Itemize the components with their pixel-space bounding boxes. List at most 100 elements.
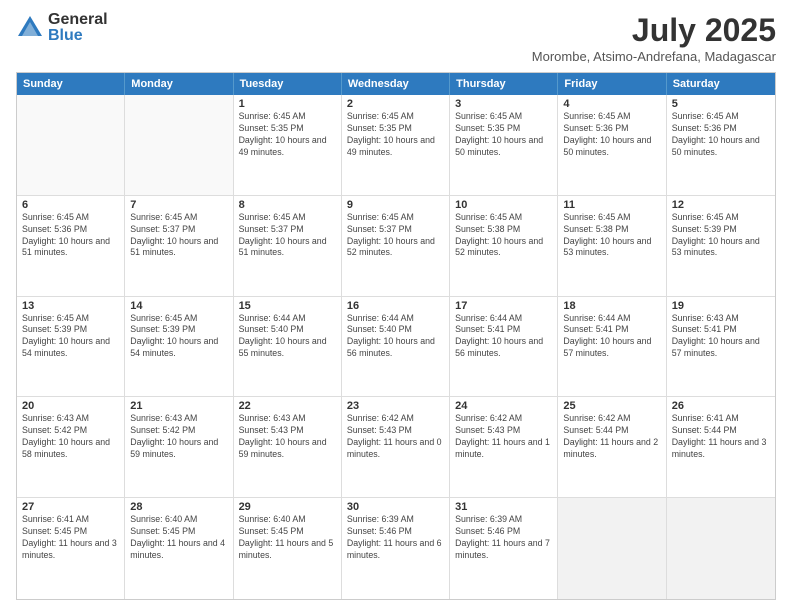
calendar-cell: 23Sunrise: 6:42 AM Sunset: 5:43 PM Dayli… (342, 397, 450, 497)
day-info: Sunrise: 6:45 AM Sunset: 5:36 PM Dayligh… (22, 212, 119, 260)
day-number: 25 (563, 400, 660, 412)
calendar-cell: 7Sunrise: 6:45 AM Sunset: 5:37 PM Daylig… (125, 196, 233, 296)
day-number: 1 (239, 98, 336, 110)
calendar: SundayMondayTuesdayWednesdayThursdayFrid… (16, 72, 776, 600)
subtitle: Morombe, Atsimo-Andrefana, Madagascar (532, 49, 776, 64)
calendar-row: 6Sunrise: 6:45 AM Sunset: 5:36 PM Daylig… (17, 196, 775, 297)
day-number: 10 (455, 199, 552, 211)
day-number: 27 (22, 501, 119, 513)
calendar-cell: 1Sunrise: 6:45 AM Sunset: 5:35 PM Daylig… (234, 95, 342, 195)
day-info: Sunrise: 6:45 AM Sunset: 5:39 PM Dayligh… (22, 313, 119, 361)
day-info: Sunrise: 6:45 AM Sunset: 5:38 PM Dayligh… (563, 212, 660, 260)
calendar-cell: 29Sunrise: 6:40 AM Sunset: 5:45 PM Dayli… (234, 498, 342, 599)
day-info: Sunrise: 6:40 AM Sunset: 5:45 PM Dayligh… (130, 514, 227, 562)
day-info: Sunrise: 6:40 AM Sunset: 5:45 PM Dayligh… (239, 514, 336, 562)
day-number: 8 (239, 199, 336, 211)
calendar-cell: 26Sunrise: 6:41 AM Sunset: 5:44 PM Dayli… (667, 397, 775, 497)
day-number: 14 (130, 300, 227, 312)
calendar-cell: 13Sunrise: 6:45 AM Sunset: 5:39 PM Dayli… (17, 297, 125, 397)
day-info: Sunrise: 6:45 AM Sunset: 5:39 PM Dayligh… (130, 313, 227, 361)
day-info: Sunrise: 6:45 AM Sunset: 5:36 PM Dayligh… (563, 111, 660, 159)
calendar-cell: 16Sunrise: 6:44 AM Sunset: 5:40 PM Dayli… (342, 297, 450, 397)
day-info: Sunrise: 6:41 AM Sunset: 5:44 PM Dayligh… (672, 413, 770, 461)
day-info: Sunrise: 6:45 AM Sunset: 5:36 PM Dayligh… (672, 111, 770, 159)
calendar-cell: 6Sunrise: 6:45 AM Sunset: 5:36 PM Daylig… (17, 196, 125, 296)
calendar-cell: 9Sunrise: 6:45 AM Sunset: 5:37 PM Daylig… (342, 196, 450, 296)
day-number: 5 (672, 98, 770, 110)
calendar-cell: 19Sunrise: 6:43 AM Sunset: 5:41 PM Dayli… (667, 297, 775, 397)
logo-blue: Blue (48, 28, 108, 44)
title-section: July 2025 Morombe, Atsimo-Andrefana, Mad… (532, 12, 776, 64)
day-number: 29 (239, 501, 336, 513)
day-info: Sunrise: 6:43 AM Sunset: 5:43 PM Dayligh… (239, 413, 336, 461)
calendar-cell: 20Sunrise: 6:43 AM Sunset: 5:42 PM Dayli… (17, 397, 125, 497)
calendar-body: 1Sunrise: 6:45 AM Sunset: 5:35 PM Daylig… (17, 95, 775, 599)
calendar-cell: 21Sunrise: 6:43 AM Sunset: 5:42 PM Dayli… (125, 397, 233, 497)
day-number: 28 (130, 501, 227, 513)
calendar-cell: 12Sunrise: 6:45 AM Sunset: 5:39 PM Dayli… (667, 196, 775, 296)
day-number: 19 (672, 300, 770, 312)
calendar-cell: 14Sunrise: 6:45 AM Sunset: 5:39 PM Dayli… (125, 297, 233, 397)
calendar-header-cell: Monday (125, 73, 233, 95)
calendar-cell (125, 95, 233, 195)
calendar-header: SundayMondayTuesdayWednesdayThursdayFrid… (17, 73, 775, 95)
calendar-cell: 11Sunrise: 6:45 AM Sunset: 5:38 PM Dayli… (558, 196, 666, 296)
calendar-row: 1Sunrise: 6:45 AM Sunset: 5:35 PM Daylig… (17, 95, 775, 196)
day-info: Sunrise: 6:45 AM Sunset: 5:35 PM Dayligh… (239, 111, 336, 159)
day-info: Sunrise: 6:45 AM Sunset: 5:37 PM Dayligh… (130, 212, 227, 260)
logo-text: General Blue (48, 12, 108, 44)
day-number: 13 (22, 300, 119, 312)
calendar-cell: 15Sunrise: 6:44 AM Sunset: 5:40 PM Dayli… (234, 297, 342, 397)
calendar-cell (558, 498, 666, 599)
day-info: Sunrise: 6:42 AM Sunset: 5:44 PM Dayligh… (563, 413, 660, 461)
day-info: Sunrise: 6:45 AM Sunset: 5:39 PM Dayligh… (672, 212, 770, 260)
calendar-cell: 25Sunrise: 6:42 AM Sunset: 5:44 PM Dayli… (558, 397, 666, 497)
calendar-cell: 5Sunrise: 6:45 AM Sunset: 5:36 PM Daylig… (667, 95, 775, 195)
logo: General Blue (16, 12, 108, 44)
logo-icon (16, 14, 44, 42)
day-number: 23 (347, 400, 444, 412)
calendar-cell: 24Sunrise: 6:42 AM Sunset: 5:43 PM Dayli… (450, 397, 558, 497)
day-info: Sunrise: 6:44 AM Sunset: 5:41 PM Dayligh… (455, 313, 552, 361)
day-number: 18 (563, 300, 660, 312)
day-info: Sunrise: 6:43 AM Sunset: 5:42 PM Dayligh… (22, 413, 119, 461)
day-info: Sunrise: 6:45 AM Sunset: 5:37 PM Dayligh… (347, 212, 444, 260)
calendar-cell: 17Sunrise: 6:44 AM Sunset: 5:41 PM Dayli… (450, 297, 558, 397)
calendar-cell: 4Sunrise: 6:45 AM Sunset: 5:36 PM Daylig… (558, 95, 666, 195)
main-title: July 2025 (532, 12, 776, 49)
header: General Blue July 2025 Morombe, Atsimo-A… (16, 12, 776, 64)
day-number: 7 (130, 199, 227, 211)
day-info: Sunrise: 6:43 AM Sunset: 5:42 PM Dayligh… (130, 413, 227, 461)
day-info: Sunrise: 6:43 AM Sunset: 5:41 PM Dayligh… (672, 313, 770, 361)
page: General Blue July 2025 Morombe, Atsimo-A… (0, 0, 792, 612)
calendar-header-cell: Tuesday (234, 73, 342, 95)
calendar-header-cell: Thursday (450, 73, 558, 95)
day-info: Sunrise: 6:42 AM Sunset: 5:43 PM Dayligh… (455, 413, 552, 461)
calendar-cell: 27Sunrise: 6:41 AM Sunset: 5:45 PM Dayli… (17, 498, 125, 599)
day-info: Sunrise: 6:44 AM Sunset: 5:40 PM Dayligh… (239, 313, 336, 361)
logo-general: General (48, 12, 108, 28)
calendar-cell: 28Sunrise: 6:40 AM Sunset: 5:45 PM Dayli… (125, 498, 233, 599)
day-number: 20 (22, 400, 119, 412)
calendar-cell: 2Sunrise: 6:45 AM Sunset: 5:35 PM Daylig… (342, 95, 450, 195)
calendar-header-cell: Sunday (17, 73, 125, 95)
day-number: 11 (563, 199, 660, 211)
day-number: 17 (455, 300, 552, 312)
calendar-header-cell: Wednesday (342, 73, 450, 95)
calendar-cell: 3Sunrise: 6:45 AM Sunset: 5:35 PM Daylig… (450, 95, 558, 195)
day-number: 31 (455, 501, 552, 513)
day-number: 4 (563, 98, 660, 110)
calendar-row: 27Sunrise: 6:41 AM Sunset: 5:45 PM Dayli… (17, 498, 775, 599)
day-number: 12 (672, 199, 770, 211)
calendar-header-cell: Saturday (667, 73, 775, 95)
day-info: Sunrise: 6:45 AM Sunset: 5:38 PM Dayligh… (455, 212, 552, 260)
day-number: 22 (239, 400, 336, 412)
day-number: 9 (347, 199, 444, 211)
day-number: 15 (239, 300, 336, 312)
day-info: Sunrise: 6:39 AM Sunset: 5:46 PM Dayligh… (455, 514, 552, 562)
calendar-cell: 22Sunrise: 6:43 AM Sunset: 5:43 PM Dayli… (234, 397, 342, 497)
day-number: 2 (347, 98, 444, 110)
day-info: Sunrise: 6:42 AM Sunset: 5:43 PM Dayligh… (347, 413, 444, 461)
day-number: 16 (347, 300, 444, 312)
calendar-cell: 8Sunrise: 6:45 AM Sunset: 5:37 PM Daylig… (234, 196, 342, 296)
